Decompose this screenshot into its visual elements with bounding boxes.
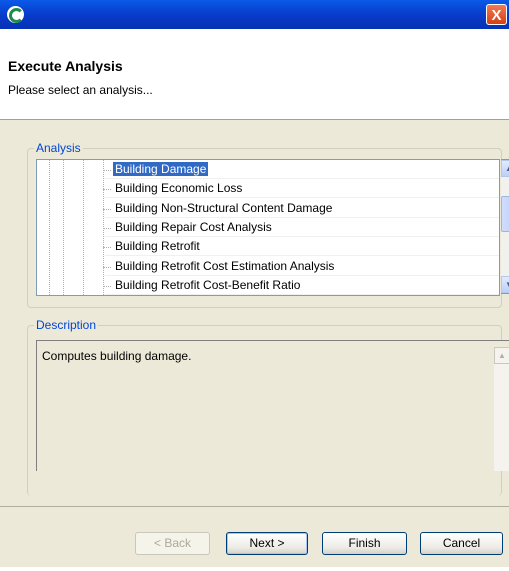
tree-connector bbox=[103, 266, 111, 268]
page-subtitle: Please select an analysis... bbox=[8, 83, 153, 97]
tree-connector bbox=[103, 247, 111, 249]
next-button[interactable]: Next > bbox=[226, 532, 308, 555]
tree-item[interactable]: Building Non-Structural Content Damage bbox=[37, 199, 499, 218]
back-button[interactable]: < Back bbox=[135, 532, 210, 555]
tree-connector bbox=[103, 227, 111, 229]
page-title: Execute Analysis bbox=[8, 58, 123, 74]
description-group-label: Description bbox=[34, 318, 99, 332]
tree-item-label: Building Damage bbox=[113, 162, 209, 176]
tree-item-label: Building Economic Loss bbox=[115, 181, 243, 196]
tree-item[interactable]: Building Repair Cost Analysis bbox=[37, 218, 499, 237]
tree-item[interactable]: Building Economic Loss bbox=[37, 179, 499, 199]
tree-item[interactable]: Building Retrofit Cost-Benefit Ratio bbox=[37, 276, 499, 295]
analysis-tree[interactable]: Building Damage Building Economic Loss Bui… bbox=[36, 159, 500, 296]
tree-item-label: Building Retrofit bbox=[115, 239, 200, 254]
scroll-thumb[interactable] bbox=[501, 196, 509, 232]
tree-item-label: Building Retrofit Cost Estimation Analys… bbox=[115, 258, 335, 273]
close-button[interactable]: X bbox=[486, 4, 507, 25]
analysis-group-label: Analysis bbox=[34, 141, 83, 155]
tree-item[interactable]: Building Retrofit bbox=[37, 237, 499, 257]
description-text-area[interactable]: Computes building damage. ▲ bbox=[36, 340, 509, 471]
tree-item-label: Building Repair Cost Analysis bbox=[115, 219, 272, 234]
tree-connector bbox=[103, 208, 111, 210]
app-logo-icon bbox=[7, 6, 24, 23]
scroll-up-arrow-icon[interactable]: ▲ bbox=[494, 347, 509, 364]
scroll-up-arrow-icon[interactable]: ▲ bbox=[501, 160, 509, 177]
cancel-button[interactable]: Cancel bbox=[420, 532, 503, 555]
analysis-group: Analysis Building Damage Building Economi… bbox=[27, 141, 509, 308]
description-text: Computes building damage. bbox=[42, 349, 192, 363]
tree-item-label: Building Retrofit Cost-Benefit Ratio bbox=[115, 277, 301, 292]
description-group: Description Computes building damage. ▲ bbox=[27, 318, 509, 496]
tree-connector bbox=[103, 170, 111, 171]
execute-analysis-dialog: X Execute Analysis Please select an anal… bbox=[0, 0, 509, 567]
title-bar[interactable]: X bbox=[0, 0, 509, 29]
scroll-down-arrow-icon[interactable]: ▼ bbox=[501, 276, 509, 293]
tree-item[interactable]: Building Retrofit Cost Estimation Analys… bbox=[37, 257, 499, 276]
description-scrollbar[interactable]: ▲ bbox=[494, 347, 509, 471]
tree-connector bbox=[103, 189, 111, 191]
finish-button[interactable]: Finish bbox=[322, 532, 407, 555]
row-separator bbox=[105, 293, 499, 295]
analysis-scrollbar[interactable]: ▲ ▼ bbox=[501, 159, 509, 294]
tree-connector bbox=[103, 285, 111, 287]
footer-separator bbox=[0, 506, 509, 507]
wizard-header: Execute Analysis Please select an analys… bbox=[0, 29, 509, 120]
tree-item[interactable]: Building Damage bbox=[37, 160, 499, 179]
tree-item-label: Building Non-Structural Content Damage bbox=[115, 200, 333, 215]
